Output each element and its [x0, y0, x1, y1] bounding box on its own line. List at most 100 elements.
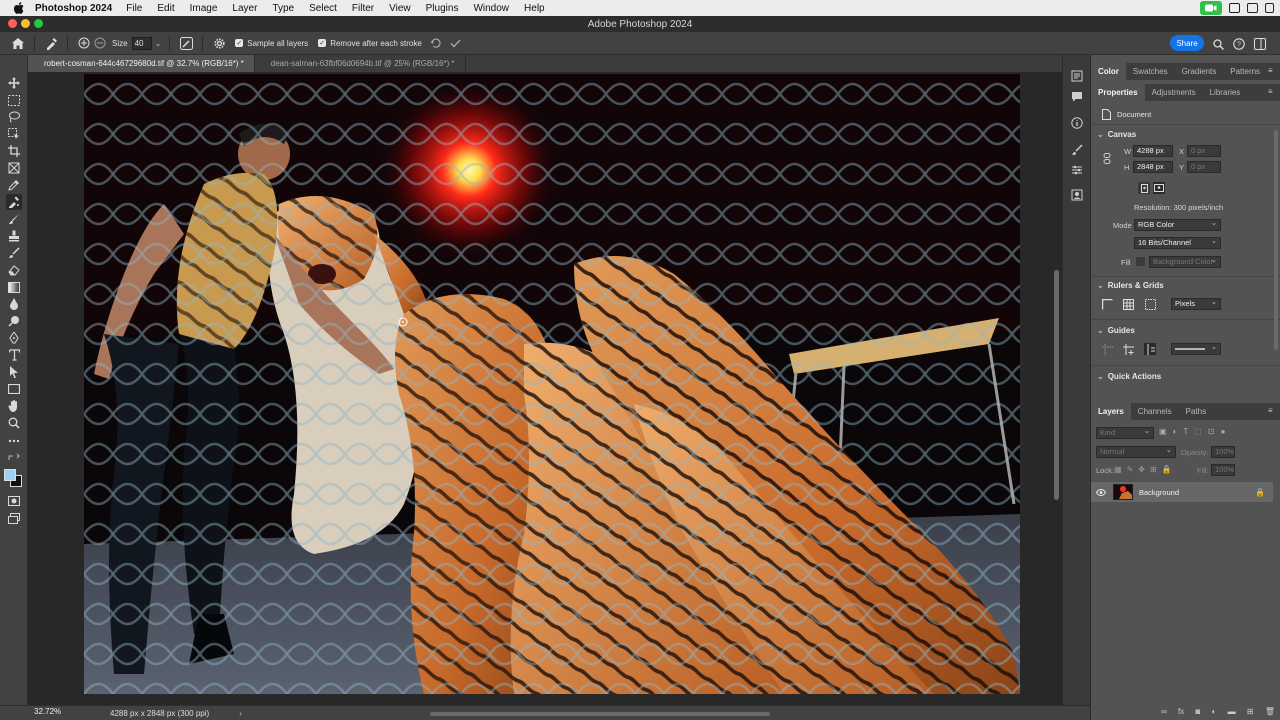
blend-mode-select[interactable]: Normal [1096, 445, 1176, 458]
lock-transparent-icon[interactable]: ▦ [1114, 465, 1122, 474]
layer-row-background[interactable]: Background 🔒 [1091, 482, 1273, 502]
height-input[interactable]: 2848 px [1133, 161, 1173, 173]
facetime-icon[interactable] [1200, 1, 1222, 15]
link-icon[interactable] [1101, 152, 1113, 164]
type-tool-icon[interactable] [6, 347, 22, 363]
adjustment-layer-filter-icon[interactable]: ◐ [1173, 427, 1178, 439]
zoom-tool-icon[interactable] [6, 415, 22, 431]
tab-patterns[interactable]: Patterns [1223, 63, 1267, 80]
menu-image[interactable]: Image [190, 3, 218, 14]
size-input[interactable]: 40 [131, 36, 152, 50]
pressure-size-icon[interactable] [178, 35, 194, 51]
document-image[interactable] [84, 74, 1020, 694]
artboard-lock-icon[interactable]: ⊞ [1150, 465, 1157, 474]
menu-view[interactable]: View [389, 3, 411, 14]
help-icon[interactable]: ? [1231, 36, 1247, 52]
blur-tool-icon[interactable] [6, 296, 22, 312]
fill-select[interactable]: Background Color [1149, 255, 1221, 268]
swap-colors-icon[interactable] [6, 452, 22, 462]
y-input[interactable]: 0 px [1187, 161, 1221, 173]
guide-icon[interactable] [1101, 343, 1113, 355]
tab-layers[interactable]: Layers [1091, 403, 1131, 420]
tab-gradients[interactable]: Gradients [1175, 63, 1224, 80]
menu-type[interactable]: Type [272, 3, 294, 14]
tab-channels[interactable]: Channels [1131, 403, 1179, 420]
chevron-down-icon[interactable]: ⌄ [155, 39, 162, 48]
horizontal-scrollbar[interactable] [430, 712, 770, 716]
guides-section-title[interactable]: ⌄ Guides [1097, 326, 1135, 335]
menu-help[interactable]: Help [524, 3, 545, 14]
pixel-grid-icon[interactable] [1144, 298, 1156, 310]
link-layers-icon[interactable]: ∞ [1161, 707, 1167, 719]
share-button[interactable]: Share [1170, 35, 1204, 51]
close-window-button[interactable] [8, 19, 17, 28]
comments-panel-icon[interactable] [1070, 89, 1084, 103]
panel-menu-icon[interactable]: ≡ [1268, 67, 1276, 75]
undo-icon[interactable] [428, 35, 444, 51]
menu-layer[interactable]: Layer [232, 3, 257, 14]
commit-check-icon[interactable] [448, 35, 464, 51]
new-adjustment-icon[interactable]: ◐ [1212, 707, 1217, 719]
menu-edit[interactable]: Edit [157, 3, 174, 14]
move-tool-icon[interactable] [6, 75, 22, 91]
remove-tool-icon[interactable] [43, 35, 59, 51]
path-selection-tool-icon[interactable] [6, 364, 22, 380]
eraser-tool-icon[interactable] [6, 262, 22, 278]
remove-after-stroke-checkbox[interactable]: ✓ [318, 39, 327, 47]
tab-properties[interactable]: Properties [1091, 84, 1145, 101]
smart-object-filter-icon[interactable]: ⊡ [1208, 427, 1215, 439]
gradient-tool-icon[interactable] [6, 279, 22, 295]
history-brush-tool-icon[interactable] [6, 245, 22, 261]
add-mask-icon[interactable]: ◙ [1195, 707, 1200, 719]
brush-tool-icon[interactable] [6, 211, 22, 227]
remove-tool-icon[interactable] [6, 194, 22, 210]
lasso-tool-icon[interactable] [6, 109, 22, 125]
trash-icon[interactable]: 🗑 [1265, 707, 1275, 719]
type-layer-filter-icon[interactable]: T [1183, 427, 1188, 439]
ruler-icon[interactable] [1101, 298, 1113, 310]
lock-position-icon[interactable]: ✥ [1138, 465, 1145, 474]
portrait-orientation-icon[interactable] [1138, 182, 1150, 194]
filter-toggle-icon[interactable]: ● [1221, 427, 1226, 439]
tab-document-2[interactable]: dean-salman-63fbf06d0694b.tif @ 25% (RGB… [255, 55, 466, 72]
ruler-units-select[interactable]: Pixels [1171, 297, 1221, 310]
hand-tool-icon[interactable] [6, 398, 22, 414]
fx-icon[interactable]: fx [1178, 707, 1184, 719]
search-icon[interactable] [1210, 36, 1226, 52]
panel-menu-icon[interactable]: ≡ [1268, 407, 1276, 415]
guide-style-select[interactable] [1171, 342, 1221, 355]
pixel-layer-filter-icon[interactable]: ▣ [1159, 427, 1167, 439]
fill-opacity-input[interactable]: 100% [1211, 464, 1235, 476]
menu-select[interactable]: Select [309, 3, 337, 14]
panel-menu-icon[interactable]: ≡ [1268, 88, 1276, 96]
quick-mask-icon[interactable] [6, 493, 22, 509]
app-name-menu[interactable]: Photoshop 2024 [35, 3, 112, 14]
zoom-window-button[interactable] [34, 19, 43, 28]
shape-layer-filter-icon[interactable]: ⬚ [1194, 427, 1202, 439]
object-selection-tool-icon[interactable] [6, 126, 22, 142]
pen-tool-icon[interactable] [6, 330, 22, 346]
eyedropper-tool-icon[interactable] [6, 177, 22, 193]
width-input[interactable]: 4288 px [1133, 145, 1173, 157]
new-layer-icon[interactable]: ⊞ [1247, 707, 1254, 719]
crop-tool-icon[interactable] [6, 143, 22, 159]
screen-mode-icon[interactable] [6, 510, 22, 526]
eye-icon[interactable] [1096, 488, 1110, 496]
menu-plugins[interactable]: Plugins [426, 3, 459, 14]
display-icon[interactable] [1247, 3, 1258, 13]
workspace-icon[interactable] [1252, 36, 1268, 52]
foreground-color-swatch[interactable] [4, 469, 16, 481]
tab-swatches[interactable]: Swatches [1126, 63, 1175, 80]
menu-window[interactable]: Window [473, 3, 509, 14]
menu-filter[interactable]: Filter [352, 3, 374, 14]
add-guide-icon[interactable] [1122, 343, 1134, 355]
rulers-grids-section-title[interactable]: ⌄ Rulers & Grids [1097, 281, 1164, 290]
x-input[interactable]: 0 px [1187, 145, 1221, 157]
menu-file[interactable]: File [126, 3, 142, 14]
quick-actions-section-title[interactable]: ⌄ Quick Actions [1097, 372, 1161, 381]
marquee-tool-icon[interactable] [6, 92, 22, 108]
tab-adjustments[interactable]: Adjustments [1145, 84, 1203, 101]
layer-kind-filter[interactable]: Kind [1096, 426, 1154, 439]
landscape-orientation-icon[interactable] [1153, 182, 1165, 194]
subtract-brush-mode-icon[interactable] [92, 35, 108, 51]
